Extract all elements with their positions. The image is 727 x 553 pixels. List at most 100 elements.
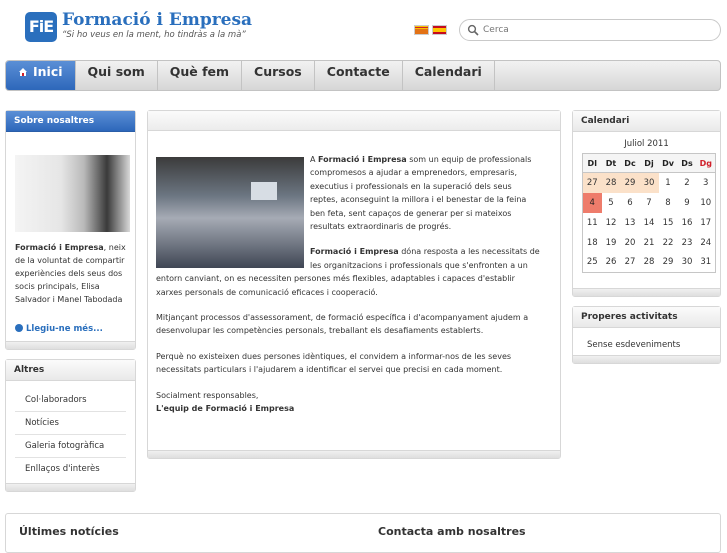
box-footer xyxy=(6,341,135,349)
search-input[interactable] xyxy=(483,22,715,38)
content-image xyxy=(156,153,310,268)
calendar-day[interactable]: 7 xyxy=(640,193,659,213)
day-header: Dt xyxy=(601,153,621,173)
calendar-day[interactable]: 3 xyxy=(697,173,716,193)
main-content: A Formació i Empresa som un equip de pro… xyxy=(147,110,561,459)
list-item-enllacos[interactable]: Enllaços d'interès xyxy=(15,458,126,481)
nav-item-cursos[interactable]: Cursos xyxy=(242,61,315,90)
search-box xyxy=(459,19,721,41)
box-footer xyxy=(573,288,720,296)
calendar-day[interactable]: 20 xyxy=(621,233,640,253)
read-more-link[interactable]: Llegiu-ne més... xyxy=(15,324,103,334)
list-item-collaboradors[interactable]: Col·laboradors xyxy=(15,389,126,412)
about-text: Formació i Empresa, neix de la voluntat … xyxy=(15,241,133,306)
catalan-flag-icon[interactable] xyxy=(414,25,429,35)
arrow-circle-icon xyxy=(15,324,23,332)
p1-prefix: A xyxy=(310,155,319,164)
calendar-day[interactable]: 26 xyxy=(602,253,621,273)
office-photo xyxy=(156,157,304,268)
calendar-day[interactable]: 30 xyxy=(639,172,659,193)
p1-bold: Formació i Empresa xyxy=(318,155,407,164)
calendar-day[interactable]: 19 xyxy=(602,233,621,253)
calendar-day[interactable]: 27 xyxy=(621,253,640,273)
latest-news-title: Últimes notícies xyxy=(19,525,119,538)
nav-item-inici[interactable]: Inici xyxy=(6,61,76,90)
calendar-day[interactable]: 22 xyxy=(659,233,678,253)
day-header: Dg xyxy=(696,153,716,173)
calendar-day[interactable]: 8 xyxy=(659,193,678,213)
calendar-day[interactable]: 25 xyxy=(583,253,602,273)
bottom-section: Últimes notícies Contacta amb nosaltres xyxy=(5,513,721,553)
nav-item-calendari[interactable]: Calendari xyxy=(403,61,495,90)
calendar-day[interactable]: 6 xyxy=(621,193,640,213)
paragraph-5: Socialment responsables, L'equip de Forma… xyxy=(156,389,541,416)
list-item-noticies[interactable]: Notícies xyxy=(15,412,126,435)
calendar-day[interactable]: 12 xyxy=(602,213,621,233)
calendar-day[interactable]: 23 xyxy=(678,233,697,253)
home-icon xyxy=(19,68,27,76)
calendar-day[interactable]: 29 xyxy=(620,172,640,193)
calendar-day[interactable]: 2 xyxy=(678,173,697,193)
upcoming-empty-text: Sense esdeveniments xyxy=(587,340,681,350)
calendar-day[interactable]: 21 xyxy=(640,233,659,253)
day-header: Dc xyxy=(620,153,640,173)
main-nav: Inici Qui som Què fem Cursos Contacte Ca… xyxy=(5,60,721,91)
others-title: Altres xyxy=(6,360,135,381)
calendar-month: Juliol 2011 xyxy=(624,139,669,149)
calendar-day[interactable]: 18 xyxy=(583,233,602,253)
box-footer xyxy=(6,483,135,491)
calendar-day[interactable]: 1 xyxy=(659,173,678,193)
day-header: Dl xyxy=(582,153,602,173)
calendar-day[interactable]: 11 xyxy=(583,213,602,233)
box-footer xyxy=(148,450,560,458)
calendar-day[interactable]: 9 xyxy=(678,193,697,213)
site-logo[interactable]: FiE xyxy=(25,12,57,42)
calendar-day[interactable]: 28 xyxy=(601,172,621,193)
header: FiE Formació i Empresa “Si ho veus en la… xyxy=(0,0,727,60)
search-icon[interactable] xyxy=(467,24,479,36)
calendar-title: Calendari xyxy=(573,111,720,132)
nav-item-qui-som[interactable]: Qui som xyxy=(76,61,158,90)
nav-item-que-fem[interactable]: Què fem xyxy=(158,61,243,90)
about-text-bold: Formació i Empresa xyxy=(15,243,104,252)
day-header: Dj xyxy=(639,153,659,173)
content-top-bar xyxy=(148,111,560,131)
calendar-day[interactable]: 17 xyxy=(697,213,716,233)
contact-title: Contacta amb nosaltres xyxy=(378,525,526,538)
read-more-label: Llegiu-ne més... xyxy=(26,324,103,334)
calendar-day[interactable]: 24 xyxy=(697,233,716,253)
about-title: Sobre nosaltres xyxy=(6,111,135,132)
day-header: Dv xyxy=(658,153,678,173)
about-box: Sobre nosaltres Formació i Empresa, neix… xyxy=(5,110,136,350)
calendar-day[interactable]: 27 xyxy=(582,172,602,193)
calendar-day[interactable]: 29 xyxy=(659,253,678,273)
calendar-day[interactable]: 15 xyxy=(659,213,678,233)
calendar-day[interactable]: 13 xyxy=(621,213,640,233)
signature: L'equip de Formació i Empresa xyxy=(156,404,295,414)
calendar-day-today[interactable]: 4 xyxy=(582,192,602,213)
spanish-flag-icon[interactable] xyxy=(432,25,447,35)
calendar-day[interactable]: 28 xyxy=(640,253,659,273)
calendar-day[interactable]: 14 xyxy=(640,213,659,233)
p2-bold: Formació i Empresa xyxy=(310,247,399,257)
box-footer xyxy=(573,355,720,363)
list-item-galeria[interactable]: Galeria fotogràfica xyxy=(15,435,126,458)
upcoming-box: Properes activitats Sense esdeveniments xyxy=(572,306,721,364)
about-image xyxy=(15,155,130,232)
paragraph-4: Perquè no existeixen dues persones idènt… xyxy=(156,351,512,375)
calendar-table: Dl Dt Dc Dj Dv Ds Dg 27 28 29 30 1 2 3 4… xyxy=(582,153,716,273)
calendar-day[interactable]: 31 xyxy=(697,253,716,273)
site-name[interactable]: Formació i Empresa xyxy=(62,10,252,30)
calendar-day[interactable]: 10 xyxy=(697,193,716,213)
nav-item-contacte[interactable]: Contacte xyxy=(315,61,403,90)
tagline: “Si ho veus en la ment, ho tindràs a la … xyxy=(62,30,246,40)
calendar-day[interactable]: 5 xyxy=(602,193,621,213)
p1-rest: som un equip de professionals compromeso… xyxy=(310,155,532,232)
paragraph-3: Mitjançant processos d'assessorament, de… xyxy=(156,313,529,336)
calendar-day[interactable]: 16 xyxy=(678,213,697,233)
calendar-day[interactable]: 30 xyxy=(678,253,697,273)
upcoming-title: Properes activitats xyxy=(573,307,720,328)
content-text: A Formació i Empresa som un equip de pro… xyxy=(156,153,541,416)
p5-text: Socialment responsables, xyxy=(156,390,259,400)
calendar-box: Calendari Juliol 2011 Dl Dt Dc Dj Dv Ds … xyxy=(572,110,721,297)
